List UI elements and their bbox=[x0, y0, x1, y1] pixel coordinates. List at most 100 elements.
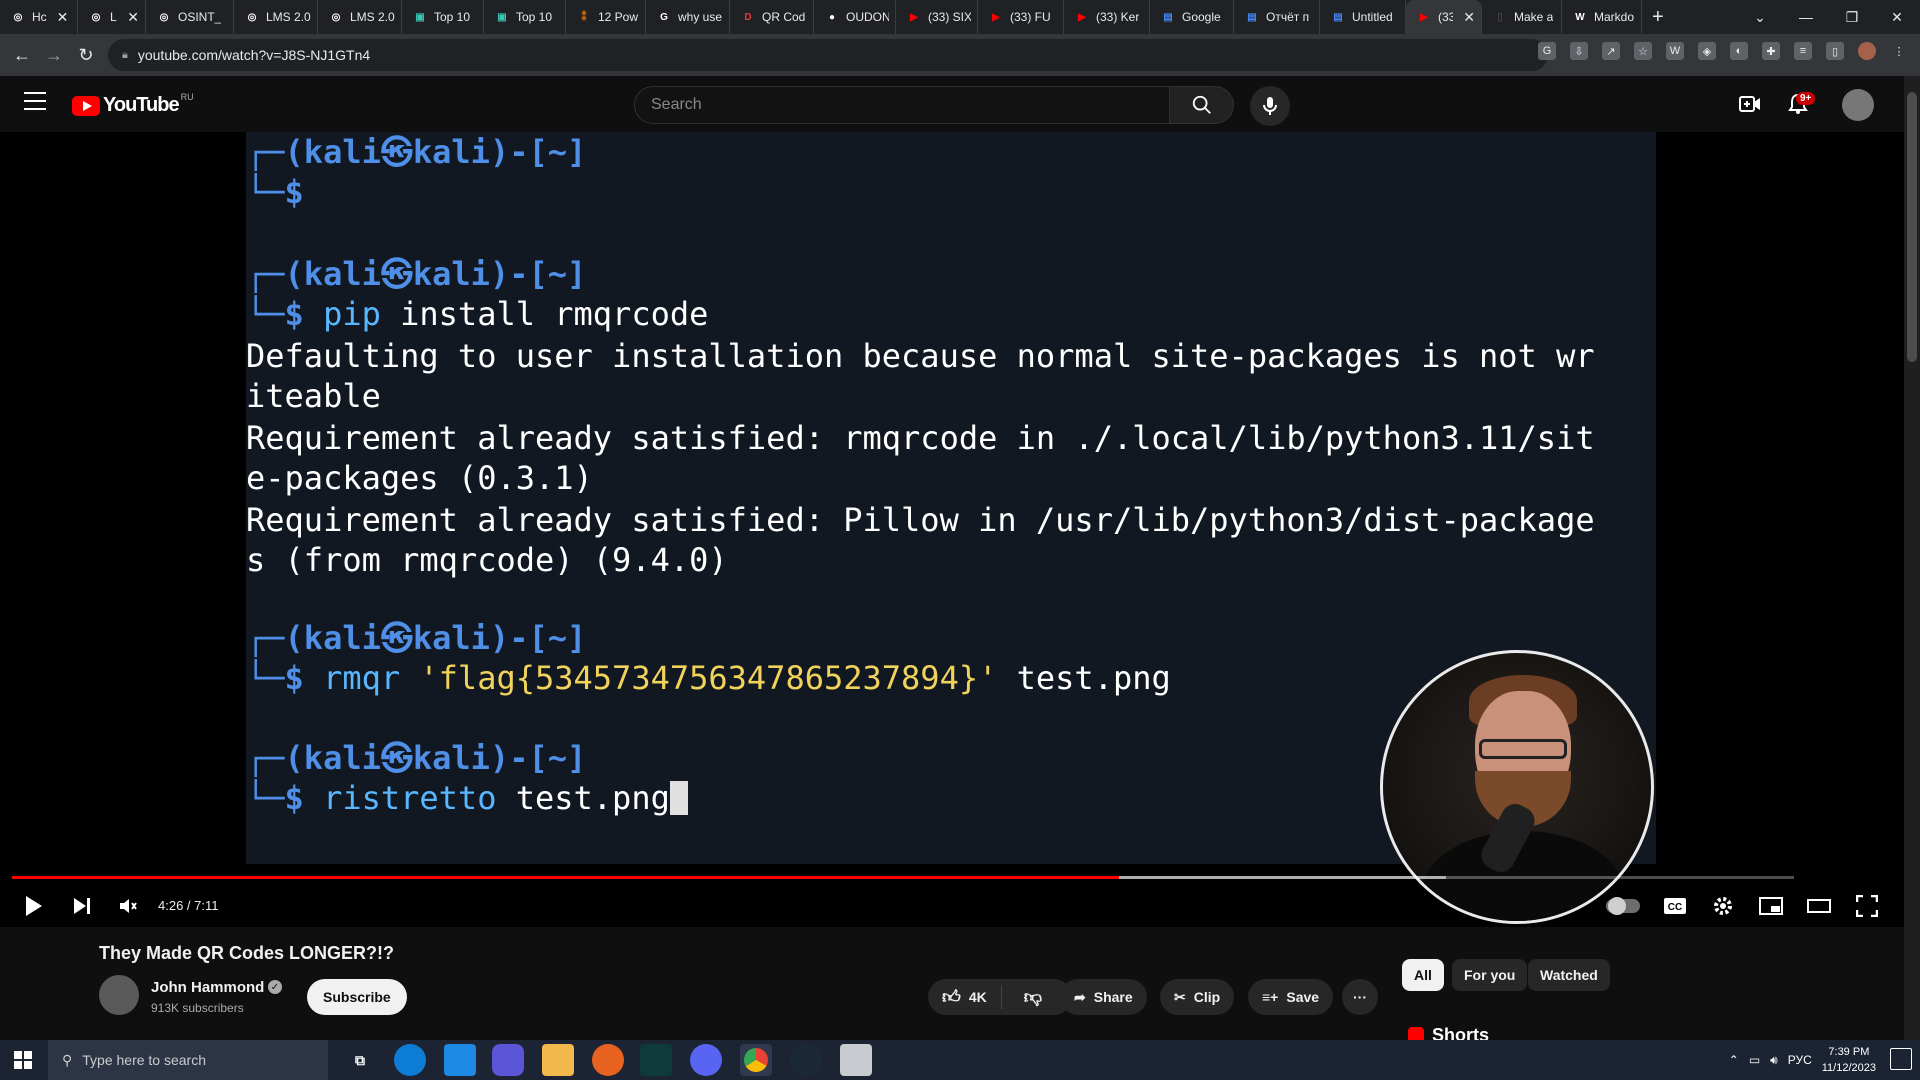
more-actions-button[interactable]: ··· bbox=[1342, 979, 1378, 1015]
shield-icon[interactable]: ◈ bbox=[1698, 42, 1716, 60]
side-panel-icon[interactable]: ▯ bbox=[1826, 42, 1844, 60]
app-icon[interactable] bbox=[840, 1044, 872, 1076]
dislike-button[interactable]: 👎︎ bbox=[1010, 986, 1056, 1008]
taskbar-search[interactable]: ⚲ Type here to search bbox=[48, 1040, 328, 1080]
tab-close-icon[interactable]: ✕ bbox=[127, 9, 139, 26]
share-page-icon[interactable]: ↗ bbox=[1602, 42, 1620, 60]
youtube-logo[interactable]: YouTube RU bbox=[72, 92, 194, 117]
address-bar[interactable]: 🔒︎ youtube.com/watch?v=J8S-NJ1GTn4 bbox=[108, 39, 1548, 71]
browser-tab[interactable]: ◎ Hc ✕ bbox=[0, 0, 78, 34]
browser-tab[interactable]: ▣ Top 10 bbox=[402, 0, 484, 34]
like-button[interactable]: 👍︎ 4K bbox=[928, 985, 1002, 1009]
new-tab-button[interactable]: + bbox=[1652, 6, 1664, 29]
mute-button[interactable] bbox=[110, 888, 146, 924]
tab-close-icon[interactable]: ✕ bbox=[1463, 9, 1475, 26]
store-icon[interactable] bbox=[444, 1044, 476, 1076]
save-button[interactable]: ≡+ Save bbox=[1248, 979, 1334, 1015]
tab-label: Hc bbox=[32, 10, 47, 24]
extension-icon[interactable]: W bbox=[1666, 42, 1684, 60]
fullscreen-button[interactable] bbox=[1849, 888, 1885, 924]
browser-tab[interactable]: ▤ Отчёт п bbox=[1234, 0, 1320, 34]
browser-tab[interactable]: W Markdo bbox=[1562, 0, 1642, 34]
reload-icon[interactable]: ↻ bbox=[70, 39, 102, 71]
tab-close-icon[interactable]: ✕ bbox=[57, 9, 69, 26]
miniplayer-button[interactable] bbox=[1753, 888, 1789, 924]
chip-for-you[interactable]: For you bbox=[1452, 959, 1528, 991]
browser-tab[interactable]: ● OUDON bbox=[814, 0, 896, 34]
close-window-button[interactable]: ✕ bbox=[1874, 0, 1920, 34]
profile-avatar[interactable] bbox=[1858, 42, 1876, 60]
channel-name[interactable]: John Hammond bbox=[151, 979, 264, 996]
browser-tab[interactable]: Gwhy use bbox=[646, 0, 730, 34]
browser-tab[interactable]: ◎ LMS 2.0 bbox=[234, 0, 318, 34]
microphone-icon bbox=[1263, 97, 1277, 115]
voice-search-button[interactable] bbox=[1250, 86, 1290, 126]
share-button[interactable]: ➦ Share bbox=[1060, 979, 1147, 1015]
browser-tab[interactable]: ▶ (33) Ker bbox=[1064, 0, 1150, 34]
forward-icon[interactable]: → bbox=[38, 39, 70, 71]
menu-icon[interactable] bbox=[24, 92, 46, 112]
chip-watched[interactable]: Watched bbox=[1528, 959, 1610, 991]
install-icon[interactable]: ⇩ bbox=[1570, 42, 1588, 60]
next-button[interactable] bbox=[64, 888, 100, 924]
progress-bar[interactable] bbox=[12, 876, 1794, 879]
terminal-app-icon[interactable] bbox=[640, 1044, 672, 1076]
bookmark-star-icon[interactable]: ☆ bbox=[1634, 42, 1652, 60]
search-button[interactable] bbox=[1170, 86, 1234, 124]
minimize-button[interactable]: — bbox=[1783, 0, 1829, 34]
google-lens-icon[interactable]: G bbox=[1538, 42, 1556, 60]
clock-date: 11/12/2023 bbox=[1821, 1062, 1876, 1074]
steam-icon[interactable] bbox=[790, 1044, 822, 1076]
tab-search-icon[interactable]: ⌄ bbox=[1737, 0, 1783, 34]
captions-button[interactable]: CC bbox=[1657, 888, 1693, 924]
puzzle-icon[interactable]: ✚ bbox=[1762, 42, 1780, 60]
play-button[interactable] bbox=[16, 888, 52, 924]
start-button[interactable] bbox=[0, 1040, 46, 1080]
clock[interactable]: 7:39 PM 11/12/2023 bbox=[1822, 1044, 1876, 1076]
task-view-icon[interactable]: ⧉ bbox=[344, 1044, 376, 1076]
browser-tab[interactable]: ◎ OSINT_ bbox=[146, 0, 234, 34]
browser-tab[interactable]: ▤ Google bbox=[1150, 0, 1234, 34]
browser-tab[interactable]: ▯ Make a bbox=[1482, 0, 1562, 34]
tab-favicon-icon: ◎ bbox=[331, 11, 341, 23]
chip-all[interactable]: All bbox=[1402, 959, 1444, 991]
network-icon[interactable]: ▭ bbox=[1749, 1053, 1760, 1067]
browser-tab[interactable]: ⁑ 12 Pow bbox=[566, 0, 646, 34]
edge-icon[interactable] bbox=[394, 1044, 426, 1076]
menu-dots-icon[interactable]: ⋮ bbox=[1890, 42, 1908, 60]
browser-tab[interactable]: ▤ Untitled bbox=[1320, 0, 1406, 34]
browser-tab[interactable]: ▶ (33) FU bbox=[978, 0, 1064, 34]
terminal-line: └─$ rmqr 'flag{53457347563478652378​94}'… bbox=[246, 658, 1171, 698]
notification-center-icon[interactable] bbox=[1890, 1048, 1912, 1070]
media-control-icon[interactable]: ≡ bbox=[1794, 42, 1812, 60]
browser-tab[interactable]: ◎ LMS 2.0 bbox=[318, 0, 402, 34]
settings-button[interactable] bbox=[1705, 888, 1741, 924]
search-input[interactable] bbox=[651, 96, 1169, 114]
browser-tab[interactable]: ▶ (33 ✕ bbox=[1406, 0, 1482, 34]
browser-tab[interactable]: ◎ LM ✕ bbox=[78, 0, 146, 34]
scrollbar-thumb[interactable] bbox=[1907, 92, 1917, 362]
browser-tab[interactable]: ▶ (33) SIX bbox=[896, 0, 978, 34]
video-player[interactable]: ┌─(kali㉿kali)-[~] └─$ ┌─(kali㉿kali)-[~] └─… bbox=[0, 132, 1904, 927]
discord-icon[interactable] bbox=[690, 1044, 722, 1076]
extension-icon[interactable]: ◐ bbox=[1730, 42, 1748, 60]
autoplay-toggle[interactable] bbox=[1606, 897, 1640, 915]
volume-icon[interactable]: 🔊︎ bbox=[1770, 1053, 1778, 1068]
account-avatar[interactable] bbox=[1842, 89, 1874, 121]
clip-button[interactable]: ✂ Clip bbox=[1160, 979, 1235, 1015]
theater-mode-button[interactable] bbox=[1801, 888, 1837, 924]
create-video-icon[interactable] bbox=[1738, 92, 1762, 116]
language-indicator[interactable]: РУС bbox=[1788, 1053, 1812, 1067]
browser-tab[interactable]: D QR Cod bbox=[730, 0, 814, 34]
back-icon[interactable]: ← bbox=[6, 39, 38, 71]
channel-avatar[interactable] bbox=[99, 975, 139, 1015]
chrome-icon[interactable] bbox=[740, 1044, 772, 1076]
page-scrollbar[interactable] bbox=[1904, 76, 1920, 1040]
maximize-button[interactable]: ❐ bbox=[1829, 0, 1875, 34]
browser-tab[interactable]: ▣ Top 10 bbox=[484, 0, 566, 34]
firefox-icon[interactable] bbox=[592, 1044, 624, 1076]
file-explorer-icon[interactable] bbox=[542, 1044, 574, 1076]
subscribe-button[interactable]: Subscribe bbox=[307, 979, 407, 1015]
app-icon[interactable] bbox=[492, 1044, 524, 1076]
chevron-up-icon[interactable]: ⌃ bbox=[1729, 1053, 1739, 1067]
